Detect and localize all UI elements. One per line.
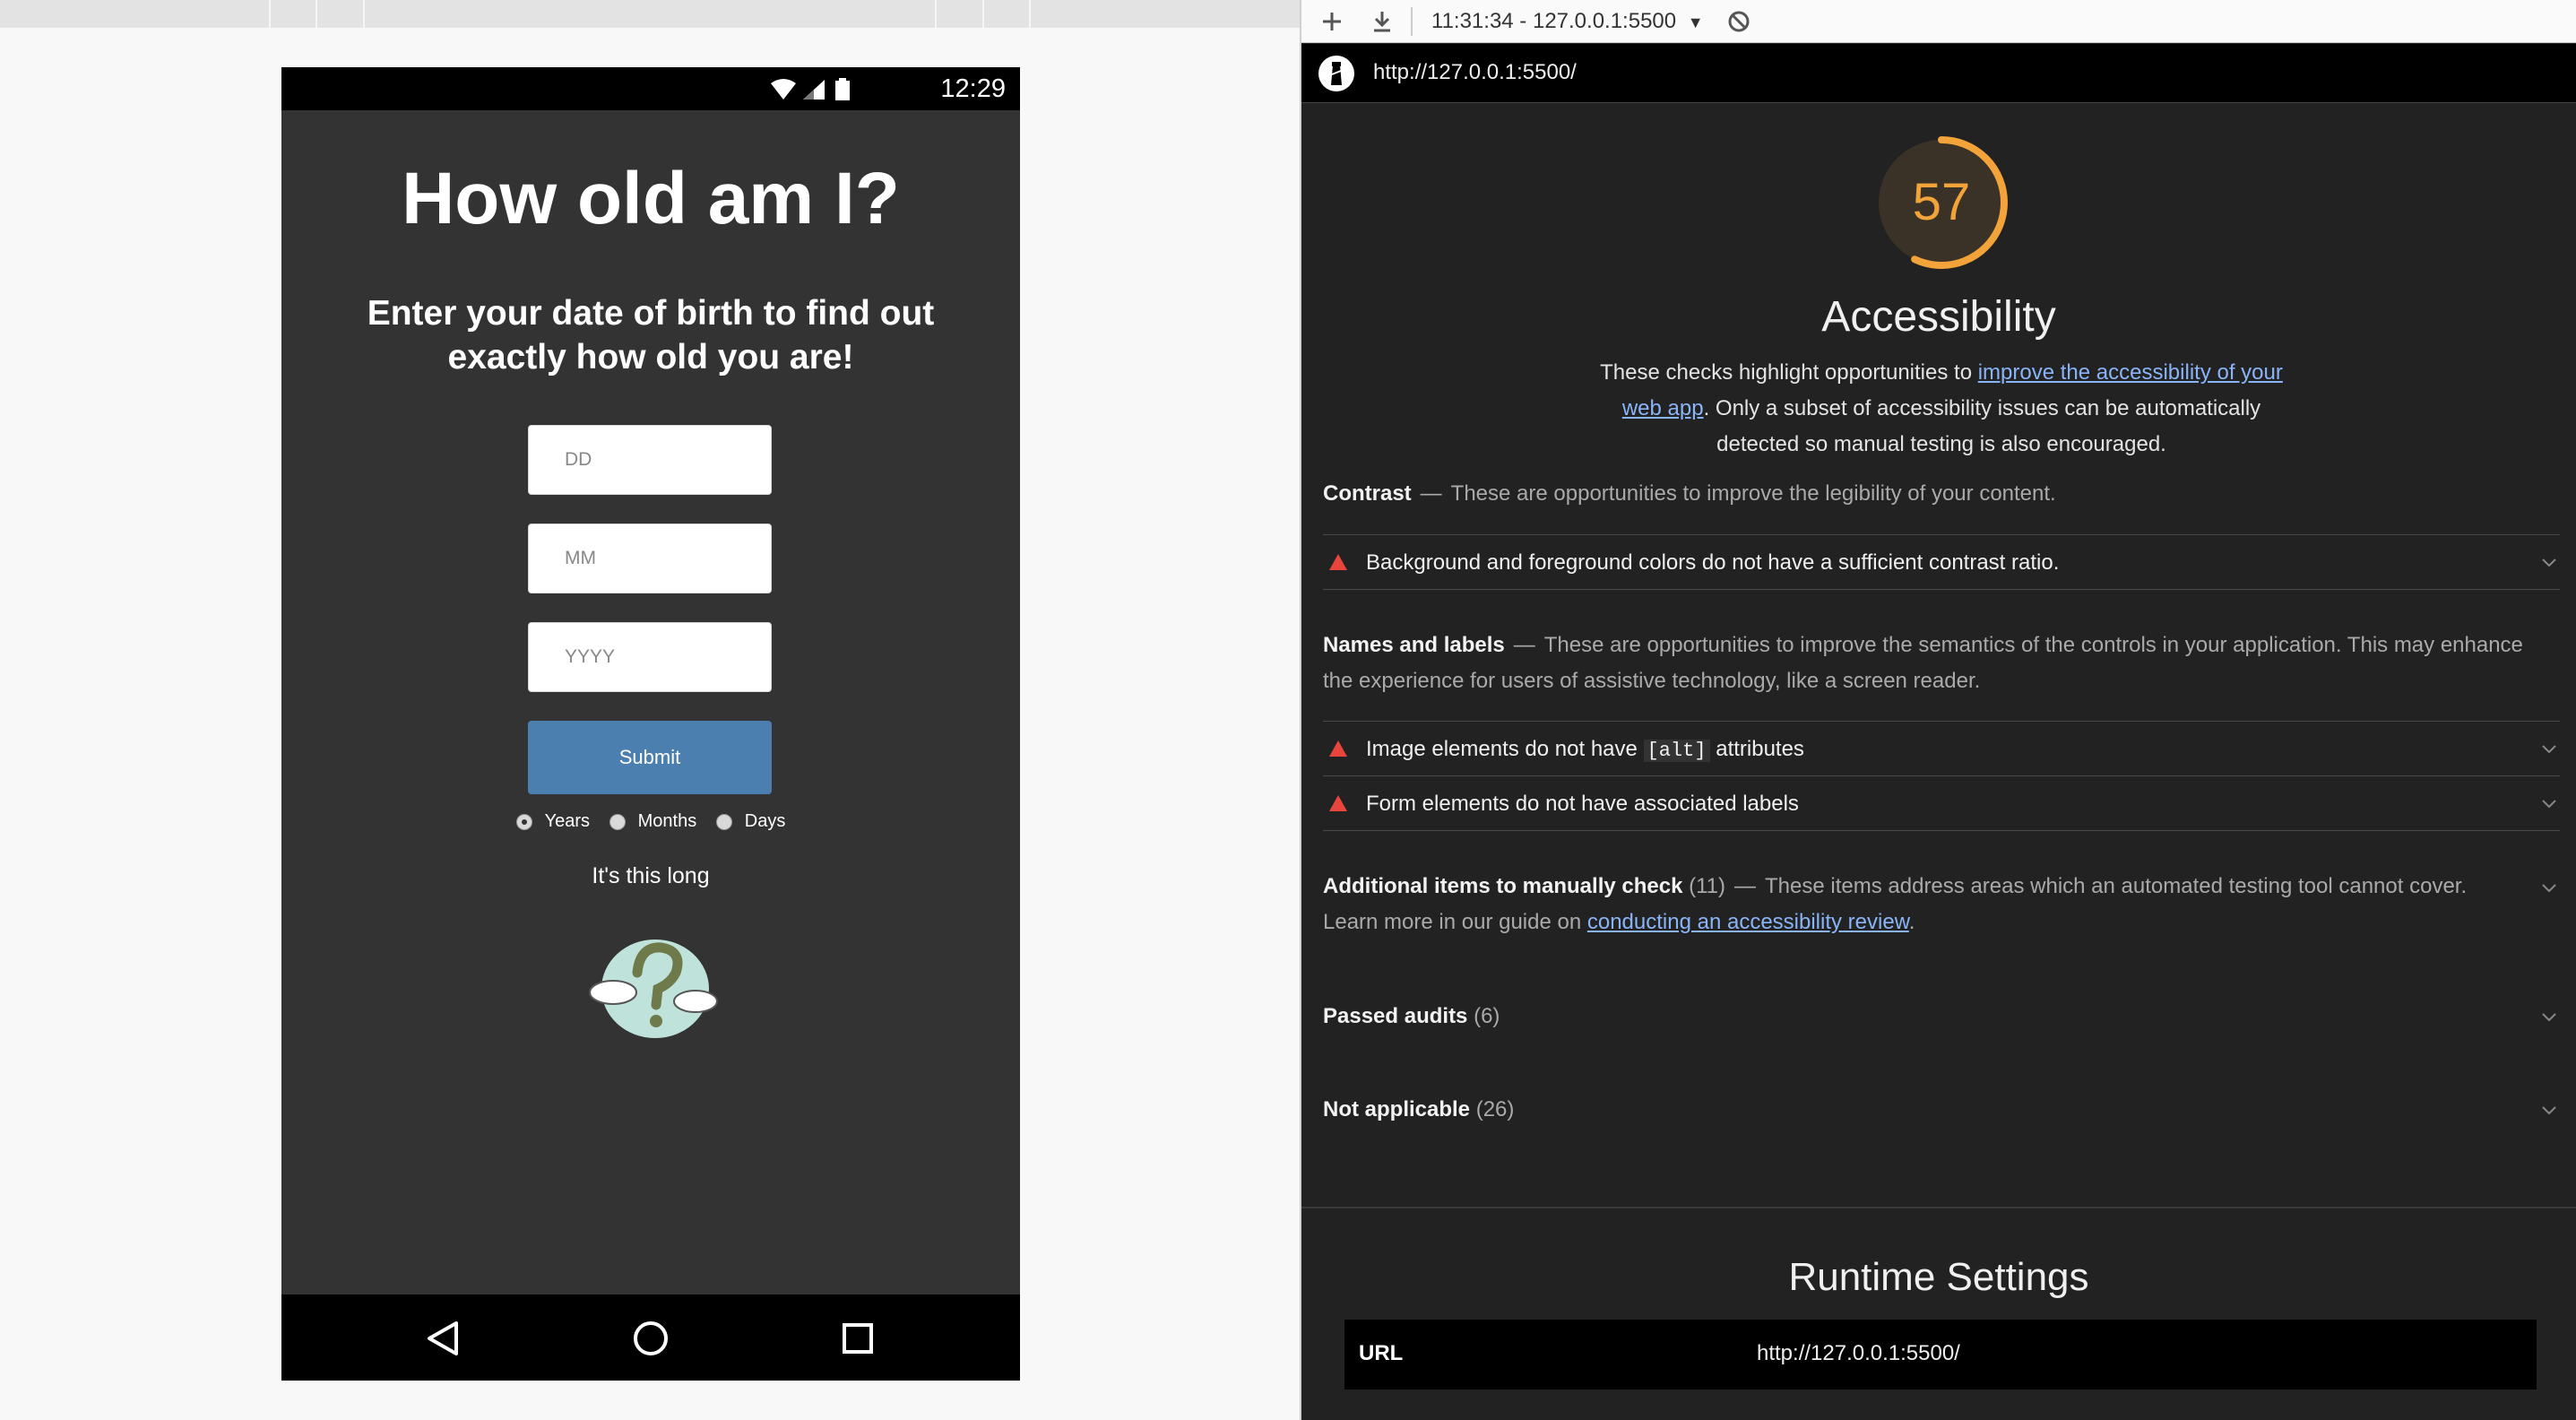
ruler-tick — [935, 0, 937, 28]
report-selector-label: 11:31:34 - 127.0.0.1:5500 — [1431, 9, 1677, 33]
radio-button[interactable] — [515, 813, 532, 830]
radio-label: Months — [637, 811, 697, 831]
dash-separator: — — [1420, 481, 1442, 506]
signal-icon — [803, 80, 825, 100]
phone-screen: 12:29 How old am I? Enter your date of b… — [281, 67, 1020, 1381]
group-description: . — [1908, 910, 1915, 934]
setting-key: URL — [1359, 1341, 1404, 1365]
description-text: . Only a subset of accessibility issues … — [1703, 396, 2261, 456]
submit-button[interactable]: Submit — [528, 721, 772, 794]
dash-separator: — — [1734, 874, 1757, 898]
wifi-icon — [771, 79, 796, 100]
battery-icon — [835, 78, 850, 100]
audit-text: Image elements do not have — [1366, 737, 1644, 761]
device-toolbar-ruler — [0, 0, 1300, 28]
radio-label: Years — [544, 811, 591, 831]
month-input[interactable] — [528, 524, 772, 593]
lighthouse-logo-icon — [1318, 56, 1354, 91]
recents-square-icon[interactable] — [835, 1316, 880, 1361]
report-selector[interactable]: 11:31:34 - 127.0.0.1:5500 ▼ — [1431, 5, 1704, 38]
accessibility-review-link[interactable]: conducting an accessibility review — [1587, 910, 1909, 934]
group-count: (11) — [1689, 874, 1726, 898]
ruler-tick — [1029, 0, 1031, 28]
audit-form-labels[interactable]: Form elements do not have associated lab… — [1323, 775, 2560, 831]
group-contrast-header: Contrast — These are opportunities to impr… — [1323, 476, 2542, 512]
chevron-down-icon[interactable] — [2538, 792, 2560, 814]
home-circle-icon[interactable] — [628, 1316, 673, 1361]
radio-button[interactable] — [609, 813, 626, 830]
dropdown-triangle-icon: ▼ — [1687, 13, 1704, 31]
status-icons — [771, 78, 850, 100]
clear-block-icon[interactable] — [1723, 5, 1755, 38]
chevron-down-icon[interactable] — [2538, 1099, 2560, 1121]
section-divider — [1301, 1207, 2576, 1208]
chevron-down-icon[interactable] — [2538, 1006, 2560, 1027]
category-title: Accessibility — [1821, 293, 2056, 341]
description-text: These checks highlight opportunities to — [1600, 360, 1978, 385]
app-title: How old am I? — [402, 158, 900, 239]
runtime-settings-title: Runtime Settings — [1788, 1255, 2089, 1299]
group-passed-audits[interactable]: Passed audits (6) — [1323, 999, 2560, 1035]
score-value: 57 — [1912, 173, 1971, 231]
runtime-settings-table: URL http://127.0.0.1:5500/ — [1344, 1320, 2537, 1390]
group-title: Passed audits — [1323, 1004, 1468, 1028]
warning-triangle-icon — [1329, 554, 1347, 570]
setting-value: http://127.0.0.1:5500/ — [1757, 1341, 1960, 1365]
ruler-tick — [982, 0, 984, 28]
question-cloud-image — [589, 939, 718, 1038]
radio-months[interactable]: Months — [609, 811, 697, 832]
day-input[interactable] — [528, 425, 772, 495]
radio-days[interactable]: Days — [715, 811, 786, 832]
group-count: (26) — [1475, 1097, 1515, 1121]
group-title: Contrast — [1323, 481, 1412, 506]
ruler-tick — [269, 0, 271, 28]
result-text: It's this long — [592, 863, 710, 888]
device-emulation-pane: 12:29 How old am I? Enter your date of b… — [0, 0, 1300, 1420]
audit-code: [alt] — [1643, 740, 1710, 762]
radio-years[interactable]: Years — [515, 811, 591, 832]
download-icon[interactable] — [1366, 5, 1398, 38]
table-row: URL http://127.0.0.1:5500/ — [1344, 1320, 2537, 1390]
group-title: Not applicable — [1323, 1097, 1471, 1121]
radio-button[interactable] — [715, 813, 732, 830]
chevron-down-icon[interactable] — [2538, 738, 2560, 759]
group-manual-header[interactable]: Additional items to manually check (11) —… — [1323, 869, 2515, 940]
audit-contrast-ratio[interactable]: Background and foreground colors do not … — [1323, 534, 2560, 590]
lighthouse-url-bar: http://127.0.0.1:5500/ — [1301, 44, 2576, 103]
audit-image-alt[interactable]: Image elements do not have [alt] attribu… — [1323, 721, 2560, 776]
audit-title: Form elements do not have associated lab… — [1366, 792, 1799, 816]
group-count: (6) — [1474, 1004, 1500, 1028]
ruler-tick — [363, 0, 365, 28]
audit-title: Background and foreground colors do not … — [1366, 550, 2060, 575]
warning-triangle-icon — [1329, 795, 1347, 811]
plus-icon[interactable] — [1316, 5, 1348, 38]
audit-text: attributes — [1709, 737, 1804, 761]
phone-status-bar: 12:29 — [281, 67, 1020, 110]
radio-label: Days — [744, 811, 786, 831]
group-not-applicable[interactable]: Not applicable (26) — [1323, 1092, 2560, 1128]
lighthouse-panel: 11:31:34 - 127.0.0.1:5500 ▼ http://127.0… — [1301, 0, 2576, 1420]
phone-nav-bar — [281, 1294, 1020, 1381]
ruler-tick — [316, 0, 317, 28]
category-description: These checks highlight opportunities to … — [1579, 355, 2304, 463]
unit-radio-group: Years Months Days — [281, 811, 1020, 838]
group-description: These are opportunities to improve the l… — [1450, 481, 2056, 506]
dash-separator: — — [1513, 633, 1535, 657]
report-url: http://127.0.0.1:5500/ — [1373, 60, 1577, 84]
chevron-down-icon[interactable] — [2538, 877, 2560, 898]
group-names-header: Names and labels — These are opportunities… — [1323, 628, 2542, 699]
chevron-down-icon[interactable] — [2538, 551, 2560, 573]
back-triangle-icon[interactable] — [420, 1316, 465, 1361]
lighthouse-toolbar: 11:31:34 - 127.0.0.1:5500 ▼ — [1301, 0, 2576, 43]
app-subtitle: Enter your date of birth to find out exa… — [367, 294, 935, 377]
group-title: Names and labels — [1323, 633, 1505, 657]
group-title: Additional items to manually check — [1323, 874, 1683, 898]
toolbar-separator — [1411, 7, 1413, 36]
warning-triangle-icon — [1329, 740, 1347, 757]
audit-title: Image elements do not have [alt] attribu… — [1366, 737, 1804, 762]
status-time: 12:29 — [940, 74, 1006, 103]
year-input[interactable] — [528, 622, 772, 692]
